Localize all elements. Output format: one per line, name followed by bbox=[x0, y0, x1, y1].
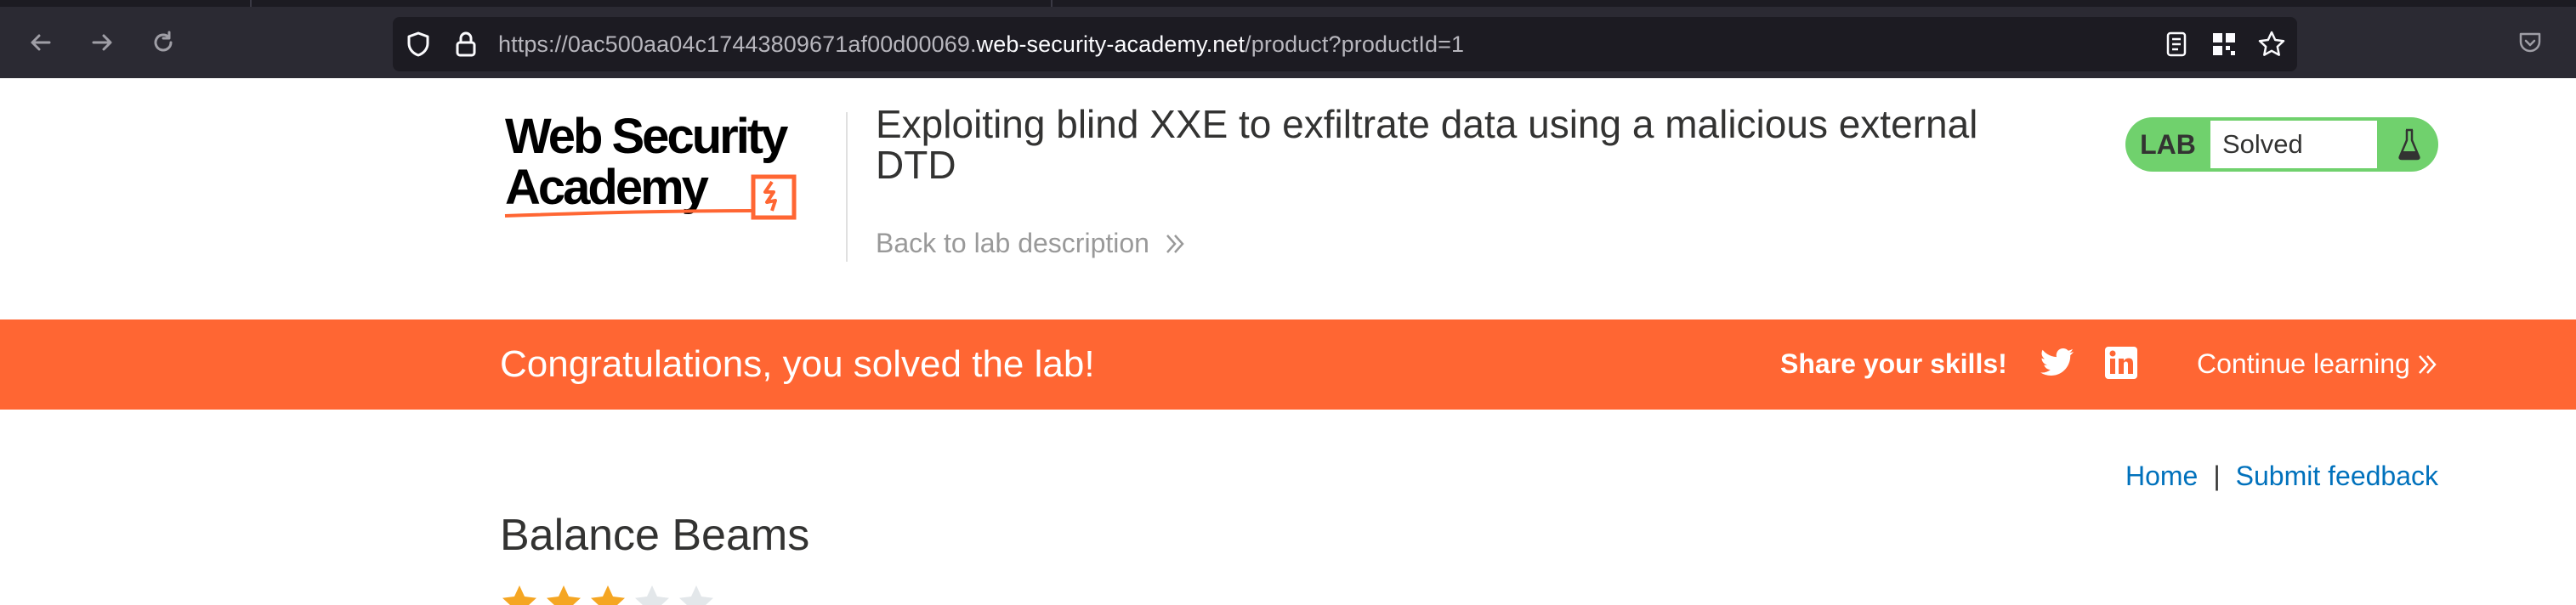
lab-status-text: Solved bbox=[2222, 129, 2303, 159]
product-title: Balance Beams bbox=[500, 511, 810, 560]
web-security-academy-logo[interactable]: Web Security Academy bbox=[500, 109, 840, 238]
product-rating bbox=[500, 583, 716, 605]
solved-banner: Congratulations, you solved the lab! Sha… bbox=[0, 319, 2576, 410]
continue-learning-link[interactable]: Continue learning bbox=[2197, 348, 2437, 380]
lock-icon[interactable] bbox=[451, 29, 481, 59]
url-text[interactable]: https://0ac500aa04c17443809671af00d00069… bbox=[498, 31, 1464, 58]
url-bar[interactable]: https://0ac500aa04c17443809671af00d00069… bbox=[393, 17, 2297, 71]
tab-separator bbox=[1051, 0, 1053, 7]
qr-icon[interactable] bbox=[2209, 29, 2239, 59]
tab-separator bbox=[250, 0, 252, 7]
back-to-lab-description-link[interactable]: Back to lab description bbox=[876, 228, 1185, 259]
browser-toolbar: https://0ac500aa04c17443809671af00d00069… bbox=[0, 0, 2576, 78]
twitter-icon[interactable] bbox=[2040, 348, 2074, 379]
reader-icon[interactable] bbox=[2161, 29, 2192, 59]
back-link-label: Back to lab description bbox=[876, 228, 1149, 258]
tab-strip bbox=[0, 0, 2576, 7]
shield-icon[interactable] bbox=[403, 29, 434, 59]
star-filled-icon bbox=[544, 583, 583, 605]
star-empty-icon bbox=[633, 583, 672, 605]
flask-icon bbox=[2380, 117, 2438, 172]
url-host: web-security-academy.net bbox=[976, 31, 1245, 57]
chevron-right-icon bbox=[1166, 234, 1184, 253]
star-filled-icon bbox=[500, 583, 539, 605]
logo-line2: Academy bbox=[505, 160, 709, 215]
forward-icon[interactable] bbox=[85, 25, 119, 59]
star-empty-icon bbox=[677, 583, 716, 605]
url-prefix: https://0ac500aa04c17443809671af00d00069… bbox=[498, 31, 977, 57]
lab-status-badge: LAB Solved bbox=[2125, 117, 2438, 172]
bookmark-star-icon[interactable] bbox=[2256, 29, 2287, 59]
header-divider bbox=[846, 112, 848, 262]
linkedin-icon[interactable] bbox=[2105, 347, 2139, 381]
back-icon[interactable] bbox=[24, 25, 58, 59]
pocket-icon[interactable] bbox=[2513, 25, 2547, 59]
lab-label: LAB bbox=[2140, 128, 2196, 160]
submit-feedback-link[interactable]: Submit feedback bbox=[2236, 461, 2438, 492]
continue-learning-label: Continue learning bbox=[2197, 348, 2410, 379]
share-skills-label: Share your skills! bbox=[1780, 348, 2007, 379]
star-filled-icon bbox=[588, 583, 627, 605]
chevron-right-icon bbox=[2418, 354, 2437, 374]
home-link[interactable]: Home bbox=[2125, 461, 2198, 492]
link-separator: | bbox=[2213, 461, 2221, 491]
url-path: /product?productId=1 bbox=[1245, 31, 1465, 57]
lab-status-box: Solved bbox=[2210, 121, 2377, 168]
lab-title: Exploiting blind XXE to exfiltrate data … bbox=[876, 102, 1978, 187]
logo-line1: Web Security bbox=[505, 110, 788, 164]
congratulations-message: Congratulations, you solved the lab! bbox=[500, 343, 1095, 385]
top-links: Home | Submit feedback bbox=[2125, 461, 2438, 492]
reload-icon[interactable] bbox=[146, 25, 180, 59]
